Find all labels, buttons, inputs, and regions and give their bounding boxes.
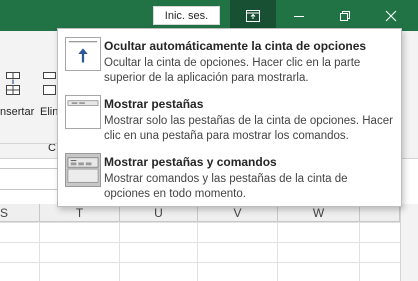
- close-icon: [385, 10, 397, 21]
- insert-cells-icon[interactable]: [4, 71, 22, 97]
- delete-label[interactable]: Elin: [40, 106, 58, 118]
- title-bar: Inic. ses.: [0, 0, 418, 31]
- sign-in-button[interactable]: Inic. ses.: [153, 6, 220, 25]
- restore-icon: [340, 10, 350, 21]
- minimize-button[interactable]: [276, 0, 322, 31]
- delete-cells-icon[interactable]: [42, 71, 56, 97]
- minimize-icon: [294, 15, 304, 17]
- grid-line: [39, 222, 40, 281]
- vertical-scrollbar[interactable]: [400, 204, 418, 281]
- grid-line: [119, 222, 120, 281]
- menu-item-description: Ocultar la cinta de opciones. Hacer clic…: [104, 57, 361, 84]
- ribbon-divider: [0, 143, 60, 144]
- ribbon-display-options-button[interactable]: [230, 0, 276, 31]
- menu-item-title: Ocultar automáticamente la cinta de opci…: [104, 39, 367, 53]
- grid-line: [197, 222, 198, 281]
- menu-item-show-tabs-and-commands[interactable]: Mostrar pestañas y comandos Mostrar coma…: [61, 149, 399, 207]
- menu-item-title: Mostrar pestañas: [104, 97, 204, 111]
- close-button[interactable]: [368, 0, 414, 31]
- show-tabs-and-commands-icon: [65, 153, 101, 187]
- menu-item-show-tabs[interactable]: Mostrar pestañas Mostrar solo las pestañ…: [61, 91, 399, 149]
- show-tabs-icon: [65, 95, 101, 129]
- cell-grid[interactable]: [0, 222, 418, 281]
- restore-button[interactable]: [322, 0, 368, 31]
- autohide-ribbon-icon: [65, 37, 101, 71]
- grid-line: [359, 222, 360, 281]
- ribbon-display-options-icon: [246, 9, 260, 22]
- ribbon-display-options-menu: Ocultar automáticamente la cinta de opci…: [57, 28, 402, 207]
- menu-item-title: Mostrar pestañas y comandos: [104, 155, 277, 169]
- menu-item-description: Mostrar comandos y las pestañas de la ci…: [104, 173, 348, 200]
- name-box[interactable]: [0, 168, 58, 190]
- menu-item-autohide-ribbon[interactable]: Ocultar automáticamente la cinta de opci…: [61, 33, 399, 91]
- column-header-s[interactable]: S: [0, 204, 40, 222]
- menu-item-description: Mostrar solo las pestañas de la cinta de…: [104, 115, 393, 142]
- insert-label[interactable]: nsertar: [0, 106, 34, 118]
- grid-line: [277, 222, 278, 281]
